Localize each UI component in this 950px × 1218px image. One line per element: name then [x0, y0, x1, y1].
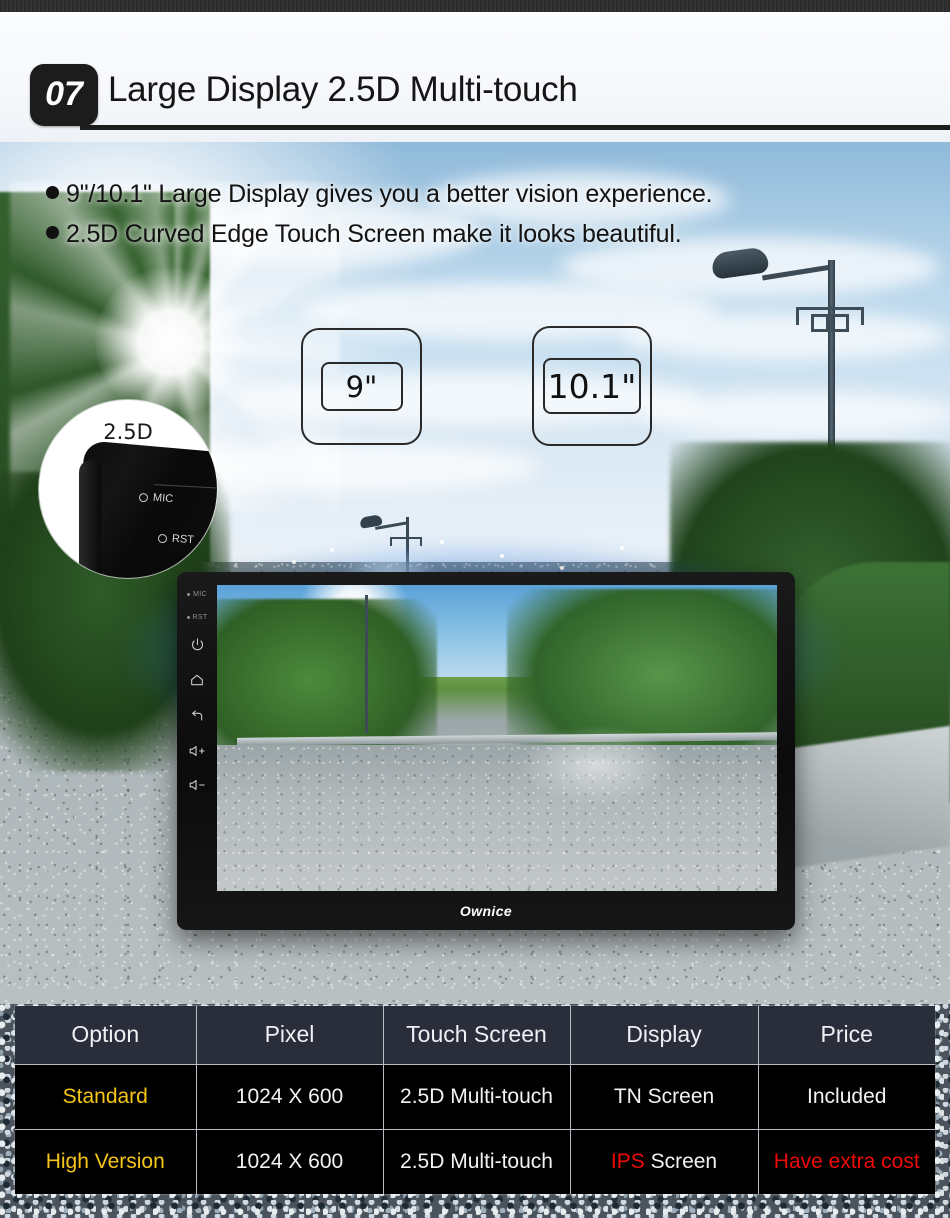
bullet-text: 9"/10.1" Large Display gives you a bette…	[66, 180, 713, 208]
table-row: High Version 1024 X 600 2.5D Multi-touch…	[15, 1129, 935, 1194]
column-header-pixel: Pixel	[196, 1006, 384, 1065]
dot-icon	[187, 593, 191, 596]
feature-bullet-list: 9"/10.1" Large Display gives you a bette…	[46, 180, 906, 260]
section-header: 07 Large Display 2.5D Multi-touch	[0, 12, 950, 142]
cell-option-standard: Standard	[15, 1064, 197, 1130]
device-screen	[217, 585, 777, 891]
sun-glow	[95, 267, 245, 417]
table-row: Standard 1024 X 600 2.5D Multi-touch TN …	[15, 1064, 935, 1130]
cell-price-standard: Included	[758, 1064, 935, 1130]
circle-icon	[157, 533, 168, 543]
cell-price-high-version: Have extra cost	[758, 1129, 935, 1194]
device-brand-logo: Ownice	[459, 903, 513, 919]
callout-rst-label: RST	[171, 532, 195, 547]
table-header-row: Option Pixel Touch Screen Display Price	[15, 1006, 935, 1065]
column-header-touch-screen: Touch Screen	[383, 1006, 571, 1065]
sparkle	[292, 560, 296, 564]
dot-icon	[186, 616, 190, 619]
cell-option-high-version: High Version	[15, 1129, 197, 1194]
bullet-text: 2.5D Curved Edge Touch Screen make it lo…	[66, 220, 682, 248]
cell-display-high-version: IPS Screen	[570, 1129, 759, 1194]
cell-touch-standard: 2.5D Multi-touch	[383, 1064, 571, 1130]
screen-road-texture	[217, 745, 777, 891]
device-mic-label: MIC	[193, 591, 207, 598]
callout-device-body	[82, 440, 217, 578]
sparkle	[440, 540, 444, 544]
list-item: 2.5D Curved Edge Touch Screen make it lo…	[46, 220, 906, 249]
size-badge-10inch: 10.1"	[532, 326, 652, 446]
back-icon[interactable]	[189, 708, 205, 724]
cell-pixel-standard: 1024 X 600	[196, 1064, 384, 1130]
list-item: 9"/10.1" Large Display gives you a bette…	[46, 180, 906, 209]
sparkle	[500, 554, 504, 558]
size-badge-9inch: 9"	[301, 328, 422, 445]
section-number-badge: 07	[30, 64, 98, 126]
circle-icon	[138, 492, 149, 502]
callout-mic-key: MIC	[138, 491, 174, 506]
device-mic-label-row: MIC	[187, 591, 207, 598]
power-icon[interactable]	[190, 637, 205, 652]
sparkle	[330, 548, 334, 552]
sparkle	[620, 546, 624, 550]
screen-road	[217, 745, 777, 891]
volume-up-icon[interactable]	[188, 744, 207, 758]
callout-mic-label: MIC	[152, 491, 174, 506]
top-dark-strip	[0, 0, 950, 12]
cell-touch-high-version: 2.5D Multi-touch	[383, 1129, 571, 1194]
cell-display-standard: TN Screen	[570, 1064, 759, 1130]
sparkle	[560, 566, 564, 570]
bullet-dot-icon	[46, 186, 59, 199]
page-title: Large Display 2.5D Multi-touch	[108, 70, 578, 109]
callout-curved-edge	[79, 458, 101, 578]
volume-down-icon[interactable]	[188, 778, 207, 792]
header-divider	[80, 125, 950, 130]
size-badge-10inch-label: 10.1"	[543, 358, 641, 414]
screen-haze	[517, 725, 677, 805]
size-badge-9inch-label: 9"	[320, 362, 403, 411]
device-side-controls: MIC RST	[177, 572, 217, 930]
display-suffix-standard: Screen	[641, 1084, 715, 1108]
curved-edge-callout: MIC RST 2.5D	[39, 400, 217, 578]
screen-lamp-pole	[365, 595, 368, 733]
bullet-dot-icon	[46, 226, 59, 239]
street-lamp-crossbar	[796, 307, 864, 332]
display-type-standard: TN	[613, 1084, 642, 1108]
callout-rst-key: RST	[157, 532, 195, 547]
home-icon[interactable]	[189, 672, 205, 688]
promo-page: 07 Large Display 2.5D Multi-touch 9"/10.…	[0, 0, 950, 1218]
cloud-shape	[620, 312, 950, 360]
callout-title: 2.5D	[103, 420, 153, 444]
display-type-high-version: IPS	[610, 1149, 645, 1173]
column-header-price: Price	[758, 1006, 935, 1065]
column-header-display: Display	[570, 1006, 759, 1065]
cell-pixel-high-version: 1024 X 600	[196, 1129, 384, 1194]
cloud-shape	[640, 392, 950, 436]
display-suffix-high-version: Screen	[644, 1149, 718, 1173]
spec-table: Option Pixel Touch Screen Display Price …	[15, 1006, 935, 1194]
device-rst-label: RST	[192, 614, 208, 621]
section-number: 07	[45, 75, 83, 113]
column-header-option: Option	[15, 1006, 197, 1065]
device-rst-label-row: RST	[186, 614, 208, 621]
car-head-unit-device: MIC RST Ownice	[177, 572, 795, 930]
